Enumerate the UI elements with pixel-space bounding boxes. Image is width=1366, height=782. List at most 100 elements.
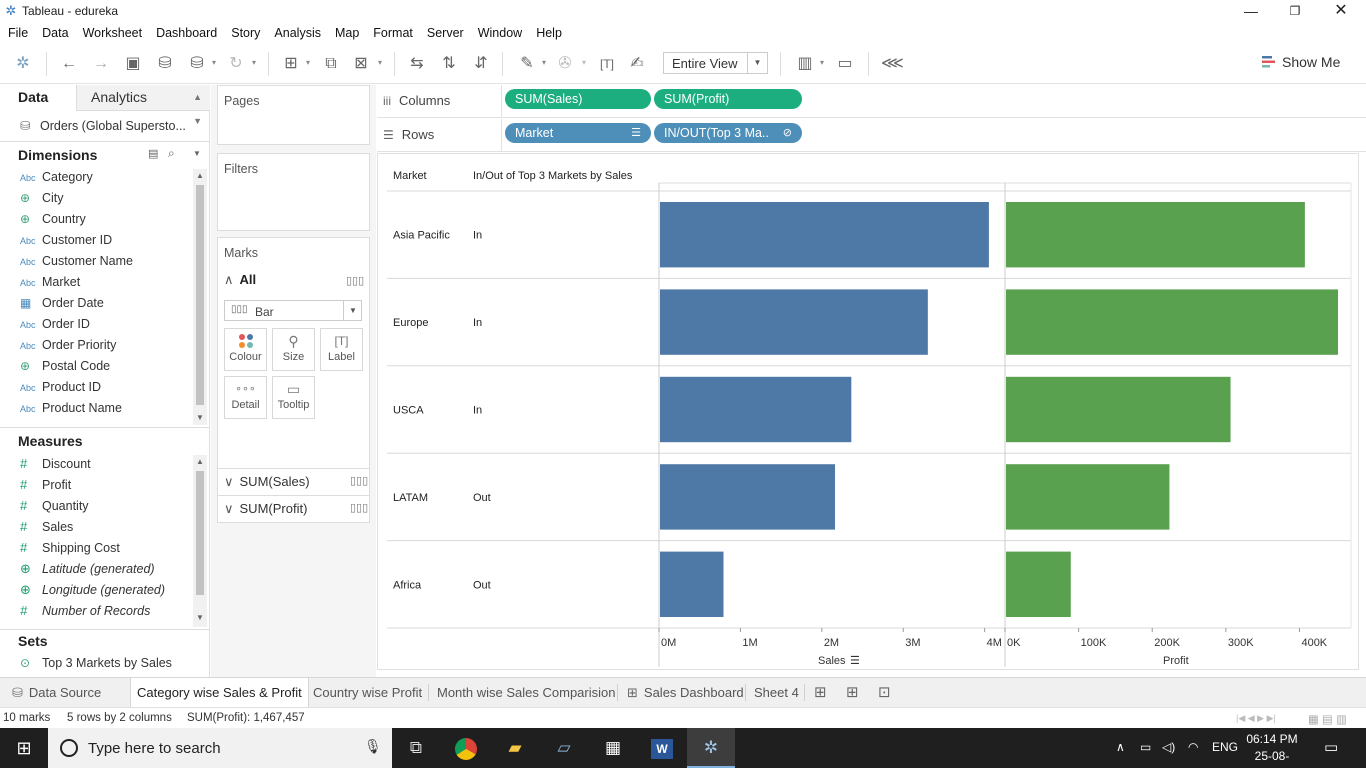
- measure-field[interactable]: # Number of Records: [20, 603, 150, 623]
- columns-pill-sales[interactable]: SUM(Sales): [505, 89, 651, 109]
- microphone-icon[interactable]: 🎙: [364, 738, 382, 755]
- new-worksheet-icon[interactable]: ⊞: [280, 53, 302, 75]
- dimension-field[interactable]: ⊕ Postal Code: [20, 359, 110, 379]
- show-me-button[interactable]: Show Me: [1262, 54, 1340, 74]
- pause-updates-icon[interactable]: ⛁: [186, 53, 208, 75]
- sheet-nav-icons[interactable]: |◀ ◀ ▶ ▶|: [1236, 713, 1276, 724]
- language-indicator[interactable]: ENG: [1212, 740, 1238, 754]
- measure-field[interactable]: # Discount: [20, 456, 91, 476]
- dimension-field[interactable]: Abc Customer Name: [20, 254, 133, 274]
- sort-ascending-icon[interactable]: ⇅: [438, 53, 460, 75]
- save-icon[interactable]: ▣: [122, 53, 144, 75]
- wifi-icon[interactable]: ◠: [1188, 740, 1198, 754]
- tab-analytics[interactable]: Analytics ▲ ▼: [76, 85, 210, 126]
- measure-field[interactable]: # Quantity: [20, 498, 89, 518]
- restore-icon[interactable]: ❐: [1272, 0, 1318, 22]
- notifications-icon[interactable]: ▭: [1324, 738, 1338, 756]
- tooltip-button[interactable]: ▭ Tooltip: [272, 376, 315, 419]
- tray-expand-icon[interactable]: ∧: [1116, 740, 1125, 754]
- sort-descending-icon[interactable]: ⇵: [470, 53, 492, 75]
- dimension-field[interactable]: ⊕ City: [20, 191, 64, 211]
- show-cards-icon[interactable]: ▥: [794, 53, 816, 75]
- menu-server[interactable]: Server: [419, 22, 470, 44]
- undo-icon[interactable]: ←: [58, 53, 80, 75]
- tab-sheet-country[interactable]: Country wise Profit: [307, 678, 428, 707]
- close-icon[interactable]: ✕: [1318, 0, 1364, 22]
- chrome-icon[interactable]: [442, 728, 490, 768]
- list-view-icon[interactable]: ▤: [148, 147, 158, 160]
- taskbar-search[interactable]: Type here to search 🎙: [48, 728, 392, 768]
- measure-field[interactable]: # Sales: [20, 519, 73, 539]
- search-icon[interactable]: ⌕: [168, 146, 175, 161]
- pages-card[interactable]: Pages: [217, 85, 370, 145]
- presentation-mode-icon[interactable]: ▭: [834, 53, 856, 75]
- notepad-icon[interactable]: ▱: [540, 728, 588, 768]
- dimension-field[interactable]: Abc Order ID: [20, 317, 90, 337]
- minimize-icon[interactable]: —: [1228, 0, 1274, 22]
- tableau-taskbar-icon[interactable]: ✲: [687, 728, 735, 768]
- menu-map[interactable]: Map: [327, 22, 365, 44]
- dimension-field[interactable]: Abc Product Name: [20, 401, 122, 421]
- calculator-icon[interactable]: ▦: [589, 728, 637, 768]
- highlight-icon[interactable]: ✎: [516, 53, 538, 75]
- file-explorer-icon[interactable]: ▰: [491, 728, 539, 768]
- measure-field[interactable]: ⊕ Longitude (generated): [20, 582, 165, 602]
- rows-shelf[interactable]: ☰ Rows Market ☰ IN/OUT(Top 3 Ma.. ⊘: [377, 119, 1366, 152]
- tab-sheet-month[interactable]: Month wise Sales Comparision: [431, 678, 621, 707]
- marks-sales-row[interactable]: ∨ SUM(Sales) ▯▯▯: [224, 474, 368, 490]
- new-datasource-icon[interactable]: ⛁: [154, 53, 176, 75]
- label-button[interactable]: [T] Label: [320, 328, 363, 371]
- volume-icon[interactable]: ◁): [1162, 740, 1175, 754]
- rows-pill-market[interactable]: Market ☰: [505, 123, 651, 143]
- mark-type-select[interactable]: ▯▯▯ Bar ▼: [224, 300, 362, 321]
- tableau-home-icon[interactable]: ✲: [12, 53, 34, 75]
- dimensions-scrollbar[interactable]: ▲ ▼: [193, 169, 207, 425]
- menu-story[interactable]: Story: [223, 22, 266, 44]
- refresh-icon[interactable]: ↻: [225, 53, 247, 75]
- measure-field[interactable]: # Shipping Cost: [20, 540, 120, 560]
- dimension-field[interactable]: ⊕ Country: [20, 212, 86, 232]
- menu-help[interactable]: Help: [528, 22, 568, 44]
- set-item[interactable]: ⊙ Top 3 Markets by Sales: [20, 656, 172, 676]
- battery-icon[interactable]: ▭: [1140, 740, 1151, 754]
- menu-data[interactable]: Data: [34, 22, 74, 44]
- measure-field[interactable]: ⊕ Latitude (generated): [20, 561, 155, 581]
- view-grid-icons[interactable]: ▦ ▤ ▥: [1308, 712, 1347, 726]
- datasource-item[interactable]: ⛁ Orders (Global Supersto...: [20, 118, 186, 133]
- dimension-field[interactable]: Abc Customer ID: [20, 233, 112, 253]
- marks-profit-row[interactable]: ∨ SUM(Profit) ▯▯▯: [224, 501, 368, 517]
- new-worksheet-icon[interactable]: ⊞: [814, 683, 827, 701]
- new-story-icon[interactable]: ⊡: [878, 683, 891, 701]
- filters-card[interactable]: Filters: [217, 153, 370, 231]
- detail-button[interactable]: ∘∘∘ Detail: [224, 376, 267, 419]
- menu-dashboard[interactable]: Dashboard: [148, 22, 223, 44]
- menu-format[interactable]: Format: [365, 22, 419, 44]
- bar-chart[interactable]: Market In/Out of Top 3 Markets by Sales As…: [386, 162, 1352, 667]
- group-members-icon[interactable]: ✇: [554, 53, 576, 75]
- show-mark-labels-icon[interactable]: [T]: [596, 53, 618, 75]
- fix-axes-icon[interactable]: ✍: [626, 53, 648, 75]
- new-dashboard-icon[interactable]: ⊞: [846, 683, 859, 701]
- view-size-select[interactable]: Entire View ▼: [663, 52, 768, 74]
- tab-sheet-4[interactable]: Sheet 4: [748, 678, 805, 707]
- rows-pill-inout[interactable]: IN/OUT(Top 3 Ma.. ⊘: [654, 123, 802, 143]
- menu-analysis[interactable]: Analysis: [266, 22, 327, 44]
- dimension-field[interactable]: Abc Order Priority: [20, 338, 116, 358]
- tab-data-source[interactable]: ⛁ Data Source: [6, 678, 107, 707]
- share-icon[interactable]: ⋘: [881, 53, 904, 75]
- redo-icon[interactable]: →: [90, 53, 112, 75]
- dimension-field[interactable]: Abc Category: [20, 170, 93, 190]
- tab-sheet-category[interactable]: Category wise Sales & Profit: [130, 678, 309, 707]
- menu-window[interactable]: Window: [470, 22, 528, 44]
- task-view-icon[interactable]: ⧉: [392, 728, 440, 768]
- clear-sheet-icon[interactable]: ⊠: [350, 53, 372, 75]
- columns-pill-profit[interactable]: SUM(Profit): [654, 89, 802, 109]
- columns-shelf[interactable]: iii Columns SUM(Sales) SUM(Profit): [377, 85, 1366, 118]
- swap-rows-columns-icon[interactable]: ⇆: [406, 53, 428, 75]
- measure-field[interactable]: # Profit: [20, 477, 71, 497]
- tab-data[interactable]: Data: [0, 85, 76, 111]
- tab-sheet-dashboard[interactable]: ⊞ Sales Dashboard: [621, 678, 750, 707]
- chevron-down-icon[interactable]: ▼: [193, 149, 201, 158]
- windows-start-icon[interactable]: ⊞: [0, 728, 48, 768]
- duplicate-sheet-icon[interactable]: ⧉: [320, 53, 342, 75]
